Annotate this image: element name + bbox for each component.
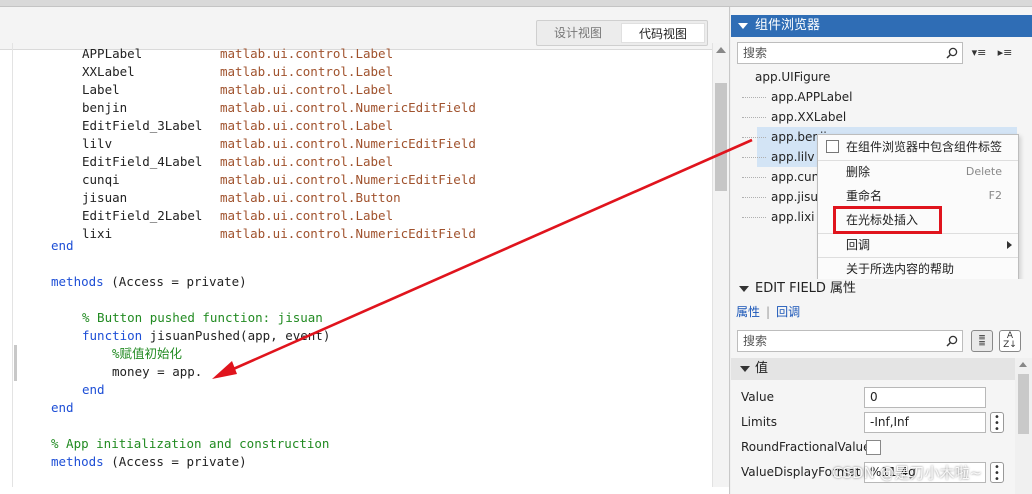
annotation-arrow bbox=[212, 138, 753, 379]
